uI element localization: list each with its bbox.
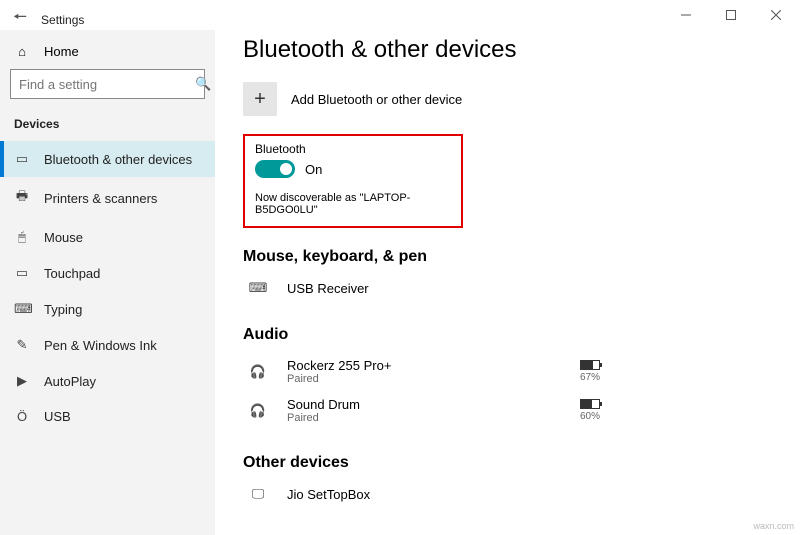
section-title: Mouse, keyboard, & pen — [243, 248, 800, 266]
sidebar-item-mouse[interactable]: 🖱 Mouse — [0, 219, 215, 255]
maximize-button[interactable] — [708, 1, 753, 29]
pen-icon: ✎ — [14, 337, 30, 353]
sidebar-item-autoplay[interactable]: ▶ AutoPlay — [0, 363, 215, 399]
section-title: Other devices — [243, 454, 800, 472]
search-icon: 🔍 — [195, 76, 211, 92]
section-mouse-keyboard-pen: Mouse, keyboard, & pen ⌨ USB Receiver — [243, 248, 800, 302]
sidebar-item-label: USB — [44, 409, 71, 424]
bluetooth-label: Bluetooth — [255, 142, 451, 156]
touchpad-icon: ▭ — [14, 265, 30, 281]
battery-percent: 67% — [580, 372, 600, 383]
keyboard-icon: ⌨ — [243, 280, 273, 296]
home-label: Home — [44, 44, 79, 59]
usb-icon: Ö — [14, 409, 30, 424]
device-name: Rockerz 255 Pro+ — [287, 358, 391, 373]
keyboard-icon: ⌨ — [14, 301, 30, 317]
sidebar-item-touchpad[interactable]: ▭ Touchpad — [0, 255, 215, 291]
add-device-label: Add Bluetooth or other device — [291, 92, 462, 107]
device-name: Sound Drum — [287, 397, 360, 412]
sidebar-item-bluetooth[interactable]: ▭ Bluetooth & other devices — [0, 141, 215, 177]
device-name: Jio SetTopBox — [287, 487, 370, 502]
battery-indicator: 67% — [580, 360, 600, 383]
content: Bluetooth & other devices + Add Bluetoot… — [215, 30, 800, 535]
autoplay-icon: ▶ — [14, 373, 30, 389]
titlebar: 🠔 Settings — [0, 0, 800, 30]
battery-icon — [580, 399, 600, 409]
section-audio: Audio 🎧 Rockerz 255 Pro+ Paired 67% 🎧 So… — [243, 326, 800, 430]
section-other-devices: Other devices 🖵 Jio SetTopBox — [243, 454, 800, 508]
battery-indicator: 60% — [580, 399, 600, 422]
headphones-icon: 🎧 — [243, 403, 273, 419]
device-status: Paired — [287, 373, 391, 385]
device-row[interactable]: 🎧 Sound Drum Paired 60% — [243, 391, 800, 430]
discoverable-text: Now discoverable as "LAPTOP-B5DGO0LU" — [255, 192, 451, 216]
bluetooth-toggle[interactable]: On — [255, 160, 451, 178]
device-row[interactable]: ⌨ USB Receiver — [243, 274, 800, 302]
sidebar-item-label: Pen & Windows Ink — [44, 338, 157, 353]
battery-icon — [580, 360, 600, 370]
home-icon: ⌂ — [14, 44, 30, 59]
mouse-icon: 🖱 — [14, 229, 30, 245]
search-input[interactable] — [19, 77, 195, 92]
sidebar-item-label: Typing — [44, 302, 82, 317]
toggle-state: On — [305, 162, 322, 177]
printer-icon: 🖶 — [14, 187, 30, 209]
sidebar-item-usb[interactable]: Ö USB — [0, 399, 215, 434]
devices-icon: ▭ — [14, 151, 30, 167]
sidebar-section-label: Devices — [0, 113, 215, 141]
device-name: USB Receiver — [287, 281, 369, 296]
display-icon: 🖵 — [243, 486, 273, 502]
sidebar: ⌂ Home 🔍 Devices ▭ Bluetooth & other dev… — [0, 30, 215, 535]
device-status: Paired — [287, 412, 360, 424]
device-row[interactable]: 🎧 Rockerz 255 Pro+ Paired 67% — [243, 352, 800, 391]
sidebar-item-label: Printers & scanners — [44, 191, 157, 206]
search-box[interactable]: 🔍 — [10, 69, 205, 99]
headphones-icon: 🎧 — [243, 364, 273, 380]
close-button[interactable] — [753, 1, 798, 29]
sidebar-item-typing[interactable]: ⌨ Typing — [0, 291, 215, 327]
sidebar-item-printers[interactable]: 🖶 Printers & scanners — [0, 177, 215, 219]
sidebar-item-label: Bluetooth & other devices — [44, 152, 192, 167]
section-title: Audio — [243, 326, 800, 344]
page-title: Bluetooth & other devices — [243, 36, 800, 64]
battery-percent: 60% — [580, 411, 600, 422]
add-device-row[interactable]: + Add Bluetooth or other device — [243, 82, 800, 116]
toggle-thumb — [280, 163, 292, 175]
sidebar-item-label: AutoPlay — [44, 374, 96, 389]
watermark: waxn.com — [753, 521, 794, 531]
device-row[interactable]: 🖵 Jio SetTopBox — [243, 480, 800, 508]
back-button[interactable]: 🠔 — [13, 6, 27, 33]
toggle-track — [255, 160, 295, 178]
sidebar-item-label: Touchpad — [44, 266, 100, 281]
minimize-button[interactable] — [663, 1, 708, 29]
sidebar-item-label: Mouse — [44, 230, 83, 245]
plus-icon: + — [243, 82, 277, 116]
window-title: Settings — [41, 13, 84, 27]
bluetooth-highlight-box: Bluetooth On Now discoverable as "LAPTOP… — [243, 134, 463, 228]
sidebar-home[interactable]: ⌂ Home — [0, 38, 215, 69]
sidebar-item-pen[interactable]: ✎ Pen & Windows Ink — [0, 327, 215, 363]
